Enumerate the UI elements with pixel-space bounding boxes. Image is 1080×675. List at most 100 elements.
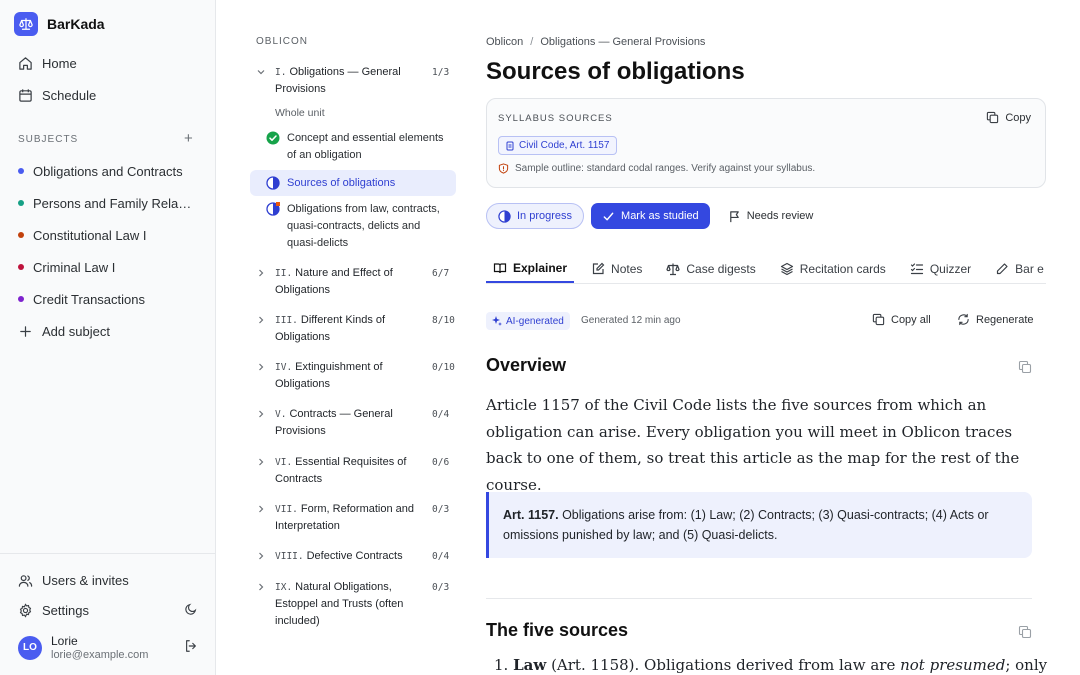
user-email: lorie@example.com <box>51 649 149 661</box>
user-profile[interactable]: LO Lorie lorie@example.com <box>18 634 148 661</box>
unit-roman: VIII. <box>275 551 304 562</box>
chevron-right-icon <box>259 552 264 560</box>
settings-link[interactable]: Settings <box>18 599 89 621</box>
breadcrumb-root[interactable]: Oblicon <box>486 36 523 48</box>
five-sources-heading: The five sources <box>486 620 629 640</box>
unit-title: Nature and Effect of Obligations <box>275 267 393 296</box>
copy-section-icon[interactable] <box>1018 625 1032 639</box>
copy-icon <box>872 313 885 326</box>
outline-unit[interactable]: III. Different Kinds of Obligations 8/10 <box>256 312 456 346</box>
sparkles-icon <box>492 316 502 326</box>
breadcrumb-separator: / <box>530 36 534 48</box>
add-subject-button[interactable]: Add subject <box>18 320 110 342</box>
topic-item[interactable]: Obligations from law, contracts, quasi-c… <box>266 201 456 253</box>
topic-item[interactable]: Concept and essential elements of an obl… <box>266 130 456 164</box>
nav-home[interactable]: Home <box>18 52 77 74</box>
outline-unit[interactable]: VI. Essential Requisites of Contracts 0/6 <box>256 454 456 488</box>
unit-progress-count: 0/3 <box>432 582 450 593</box>
pen-icon <box>997 262 1008 274</box>
subject-label: Criminal Law I <box>33 259 116 275</box>
topic-title: Obligations from law, contracts, quasi-c… <box>287 203 440 249</box>
subject-label: Persons and Family Rela… <box>33 195 192 211</box>
chevron-right-icon <box>259 505 264 513</box>
outline-unit[interactable]: IX. Natural Obligations, Estoppel and Tru… <box>256 579 456 631</box>
tab-label: Notes <box>611 261 643 276</box>
main-content: Oblicon / Obligations — General Provisio… <box>464 0 1080 675</box>
regenerate-label: Regenerate <box>976 313 1034 326</box>
outline-unit[interactable]: IV. Extinguishment of Obligations 0/10 <box>256 359 456 393</box>
subject-label: Constitutional Law I <box>33 227 147 243</box>
tab-bar-exam[interactable]: Bar e <box>988 254 1046 283</box>
syllabus-note: Sample outline: standard codal ranges. V… <box>498 163 815 174</box>
mark-as-studied-button[interactable]: Mark as studied <box>591 203 710 229</box>
users-invites-link[interactable]: Users & invites <box>18 569 129 591</box>
chevron-right-icon <box>259 458 264 466</box>
subject-item[interactable]: Credit Transactions <box>18 289 208 309</box>
source-chip[interactable]: Civil Code, Art. 1157 <box>498 136 618 155</box>
calendar-icon <box>19 88 32 102</box>
list-emphasis: not presumed <box>900 656 1006 674</box>
subject-item[interactable]: Persons and Family Rela… <box>18 193 208 213</box>
shield-warning-icon <box>498 163 509 174</box>
tab-recitation-cards[interactable]: Recitation cards <box>773 254 893 283</box>
overview-heading: Overview <box>486 355 567 375</box>
outline-unit[interactable]: II. Nature and Effect of Obligations 6/7 <box>256 265 456 299</box>
whole-unit-link[interactable]: Whole unit <box>275 107 325 119</box>
tab-quizzer[interactable]: Quizzer <box>903 254 978 283</box>
unit-roman: III. <box>275 315 298 326</box>
chevron-right-icon <box>259 410 264 418</box>
unit-progress-count: 0/6 <box>432 457 450 468</box>
add-subject-plus-icon[interactable]: + <box>184 131 193 146</box>
tab-label: Explainer <box>513 260 568 275</box>
half-circle-progress-icon <box>498 209 511 223</box>
unit-progress-count: 8/10 <box>432 315 455 326</box>
tab-case-digests[interactable]: Case digests <box>659 254 762 283</box>
unit-progress-count: 1/3 <box>432 67 450 78</box>
unit-progress-count: 6/7 <box>432 268 450 279</box>
outline-unit[interactable]: VIII. Defective Contracts 0/4 <box>256 548 456 566</box>
brand[interactable]: BarKada <box>14 12 105 36</box>
list-ref: (Art. 1158). Obligations derived from la… <box>551 656 896 674</box>
outline-unit[interactable]: VII. Form, Reformation and Interpretation… <box>256 501 456 535</box>
generation-meta-row: AI-generated Generated 12 min ago Copy a… <box>486 310 1036 332</box>
avatar: LO <box>18 635 42 660</box>
breadcrumb-current[interactable]: Obligations — General Provisions <box>540 36 705 48</box>
in-progress-label: In progress <box>517 210 573 222</box>
dark-mode-toggle-moon-icon[interactable] <box>184 602 200 618</box>
regenerate-button[interactable]: Regenerate <box>957 313 1034 326</box>
outline-unit[interactable]: V. Contracts — General Provisions 0/4 <box>256 406 456 440</box>
outline-panel: OBLICON I. Obligations — General Provisio… <box>216 0 464 675</box>
outline-unit[interactable]: I. Obligations — General Provisions 1/3 <box>256 64 456 98</box>
needs-review-button[interactable]: Needs review <box>717 203 825 229</box>
copy-all-button[interactable]: Copy all <box>872 313 931 326</box>
codal-quote-block: Art. 1157. Obligations arise from: (1) L… <box>486 492 1032 558</box>
copy-section-icon[interactable] <box>1018 360 1032 374</box>
subject-item[interactable]: Obligations and Contracts <box>18 161 208 181</box>
syllabus-note-text: Sample outline: standard codal ranges. V… <box>515 163 816 174</box>
subject-item[interactable]: Constitutional Law I <box>18 225 208 245</box>
ai-generated-badge: AI-generated <box>486 312 570 330</box>
copy-label: Copy <box>1005 111 1031 124</box>
list-item: 1. Law (Art. 1158). Obligations derived … <box>494 656 1047 674</box>
half-circle-review-icon <box>266 202 280 216</box>
plus-icon <box>20 325 31 337</box>
half-circle-progress-icon <box>266 176 280 190</box>
refresh-icon <box>958 313 969 326</box>
syllabus-copy-button[interactable]: Copy <box>986 111 1031 124</box>
tab-notes[interactable]: Notes <box>584 254 649 283</box>
section-divider <box>486 598 1032 599</box>
subject-item[interactable]: Criminal Law I <box>18 257 208 277</box>
subjects-label: SUBJECTS <box>18 134 79 145</box>
sign-out-icon[interactable] <box>184 639 200 655</box>
nav-schedule[interactable]: Schedule <box>18 84 96 106</box>
syllabus-label: SYLLABUS SOURCES <box>498 113 613 124</box>
tab-explainer[interactable]: Explainer <box>486 254 575 283</box>
users-invites-label: Users & invites <box>42 572 129 588</box>
topic-item-active[interactable]: Sources of obligations <box>250 170 456 196</box>
in-progress-button[interactable]: In progress <box>486 203 585 229</box>
chevron-right-icon <box>259 363 264 371</box>
copy-all-label: Copy all <box>891 313 931 326</box>
subject-label: Obligations and Contracts <box>33 163 183 179</box>
unit-roman: VII. <box>275 504 298 515</box>
unit-title: Contracts — General Provisions <box>275 408 393 437</box>
